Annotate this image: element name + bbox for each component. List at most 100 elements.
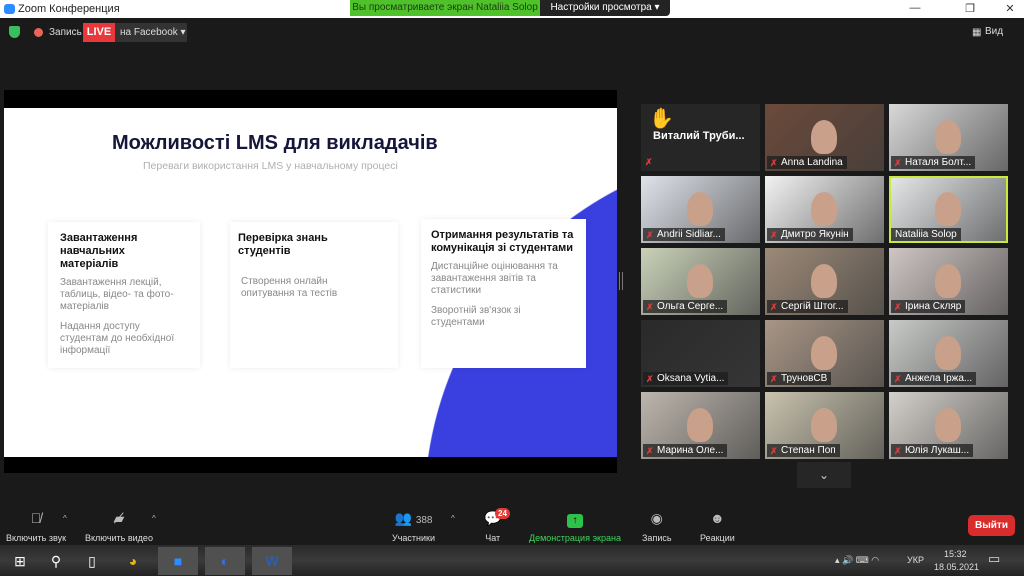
mic-muted-icon: ✗ [894, 158, 902, 168]
participant-name: Nataliia Solop [891, 228, 961, 241]
participant-tile[interactable]: ✗ Anna Landina [765, 104, 884, 171]
search-icon[interactable]: ⚲ [36, 547, 76, 575]
next-page-chevron-icon[interactable]: ⌄ [797, 462, 851, 488]
windows-start-icon[interactable]: ⊞ [0, 547, 40, 575]
tray-icons[interactable]: ▴ 🔊 ⌨ ◠ [835, 555, 879, 566]
participant-name: ✗ Andrii Sidliar... [643, 228, 725, 241]
record-button[interactable]: ◉ Запись [642, 510, 672, 543]
minimize-icon[interactable]: — [905, 2, 925, 14]
participants-caret[interactable]: ^ [451, 514, 455, 523]
participant-tile[interactable]: ✗ Степан Поп [765, 392, 884, 459]
share-screen-button[interactable]: ↑ Демонстрация экрана [529, 510, 621, 543]
participant-tile[interactable]: ✗ Сергій Штог... [765, 248, 884, 315]
participant-video [687, 192, 713, 226]
card-text: Створення онлайн опитування та тестів [241, 276, 338, 299]
participant-name-text: Ольга Серге... [657, 301, 724, 312]
splitter-handle[interactable] [619, 272, 623, 290]
participant-name: ✗ Ольга Серге... [643, 300, 728, 313]
participant-video [811, 264, 837, 298]
raised-hand-icon: ✋ [649, 108, 674, 130]
participant-tile[interactable]: ✗ Юлія Лукаш... [889, 392, 1008, 459]
participant-tile[interactable]: ✗ Дмитро Якунін [765, 176, 884, 243]
mic-muted-icon: ✗ [770, 302, 778, 312]
clock-date[interactable]: 18.05.2021 [934, 562, 979, 572]
participant-video [811, 120, 837, 154]
participant-tile[interactable]: ✗ Марина Оле... [641, 392, 760, 459]
video-options-caret[interactable]: ^ [152, 514, 156, 523]
slide-card: Перевірка знань студентів Створення онла… [230, 222, 398, 368]
slide-card: Отримання результатів та комунікація зі … [421, 219, 586, 368]
participant-video [811, 336, 837, 370]
app-icon[interactable]: ◐ [205, 547, 245, 575]
participant-name-text: ТруновСВ [781, 373, 828, 384]
audio-options-caret[interactable]: ^ [63, 514, 67, 523]
participant-video [935, 408, 961, 442]
maximize-icon[interactable]: ❐ [960, 2, 980, 15]
participant-tile[interactable]: ✗ Oksana Vytia... [641, 320, 760, 387]
participant-video [687, 408, 713, 442]
participant-tile[interactable]: ✗ Andrii Sidliar... [641, 176, 760, 243]
mic-off-icon: 🎙̸ [30, 510, 42, 526]
participant-tile[interactable]: ✗ Анжела Іржа... [889, 320, 1008, 387]
participant-name: ✗ Oksana Vytia... [643, 372, 729, 385]
participant-tile[interactable]: Nataliia Solop [889, 176, 1008, 243]
window-title: Zoom Конференция [18, 3, 120, 15]
card-heading: Завантаження навчальних матеріалів [60, 232, 138, 270]
mic-muted-icon: ✗ [646, 302, 654, 312]
start-video-button[interactable]: ▰̸ Включить видео [85, 510, 153, 543]
participant-name-text: Nataliia Solop [895, 229, 957, 240]
shield-icon[interactable] [9, 26, 20, 38]
clock-time[interactable]: 15:32 [944, 549, 967, 559]
chrome-icon[interactable]: ◕ [113, 547, 153, 575]
participant-video [935, 120, 961, 154]
participant-name: ✗ Anna Landina [767, 156, 847, 169]
card-text: Надання доступу студентам до необхідної … [60, 321, 175, 356]
participant-tile[interactable]: ✗ Ірина Скляр [889, 248, 1008, 315]
participant-video [935, 336, 961, 370]
slide-subtitle: Переваги використання LMS у навчальному … [143, 160, 398, 172]
zoom-app-icon[interactable]: ■ [158, 547, 198, 575]
view-settings-button[interactable]: Настройки просмотра ▾ [540, 0, 670, 16]
zoom-logo-icon [4, 4, 15, 14]
slide-title: Можливості LMS для викладачів [112, 132, 438, 154]
card-text: Дистанційне оцінювання та завантаження з… [431, 261, 558, 296]
view-button[interactable]: Вид [985, 26, 1003, 37]
participant-name: Виталий Труби... [653, 130, 745, 142]
participant-video [935, 192, 961, 226]
mic-muted-icon: ✗ [770, 446, 778, 456]
participant-name: ✗ Юлія Лукаш... [891, 444, 974, 457]
video-off-icon: ▰̸ [113, 510, 125, 526]
mic-muted-icon: ✗ [894, 446, 902, 456]
live-badge[interactable]: LIVE [83, 23, 115, 42]
reactions-button[interactable]: ☻ Реакции [700, 510, 735, 543]
participant-name-text: Andrii Sidliar... [657, 229, 721, 240]
record-label: Запись [642, 533, 672, 543]
chat-badge: 24 [495, 508, 510, 519]
word-icon[interactable]: W [252, 547, 292, 575]
mic-muted-icon: ✗ [770, 374, 778, 384]
participant-name-text: Анжела Іржа... [905, 373, 973, 384]
participants-icon: 👥 388 [394, 510, 433, 526]
leave-button[interactable]: Выйти [968, 515, 1015, 536]
notifications-icon[interactable]: ▭ [988, 551, 1000, 567]
participant-video [811, 192, 837, 226]
participant-name: ✗ Марина Оле... [643, 444, 728, 457]
video-label: Включить видео [85, 533, 153, 543]
participant-count: 388 [415, 515, 433, 526]
participant-name: ✗ Ірина Скляр [891, 300, 966, 313]
participant-tile[interactable]: ✗ Ольга Серге... [641, 248, 760, 315]
unmute-button[interactable]: 🎙̸ Включить звук [6, 510, 66, 543]
participant-name-text: Сергій Штог... [781, 301, 844, 312]
participant-tile[interactable]: ✗ ТруновСВ [765, 320, 884, 387]
language-indicator[interactable]: УКР [907, 555, 924, 565]
participant-name: ✗ Степан Поп [767, 444, 840, 457]
participant-tile[interactable]: ✗ Наталя Болт... [889, 104, 1008, 171]
participants-button[interactable]: 👥 388 Участники [392, 510, 435, 543]
mic-muted-icon: ✗ [770, 158, 778, 168]
task-view-icon[interactable]: ▯ [72, 547, 112, 575]
facebook-dropdown[interactable]: на Facebook ▾ [115, 23, 187, 42]
close-icon[interactable]: ✕ [1000, 2, 1020, 15]
grid-icon[interactable]: ▦ [972, 27, 981, 38]
reactions-label: Реакции [700, 533, 735, 543]
participant-tile[interactable]: ✋ Виталий Труби... ✗ [641, 104, 760, 171]
